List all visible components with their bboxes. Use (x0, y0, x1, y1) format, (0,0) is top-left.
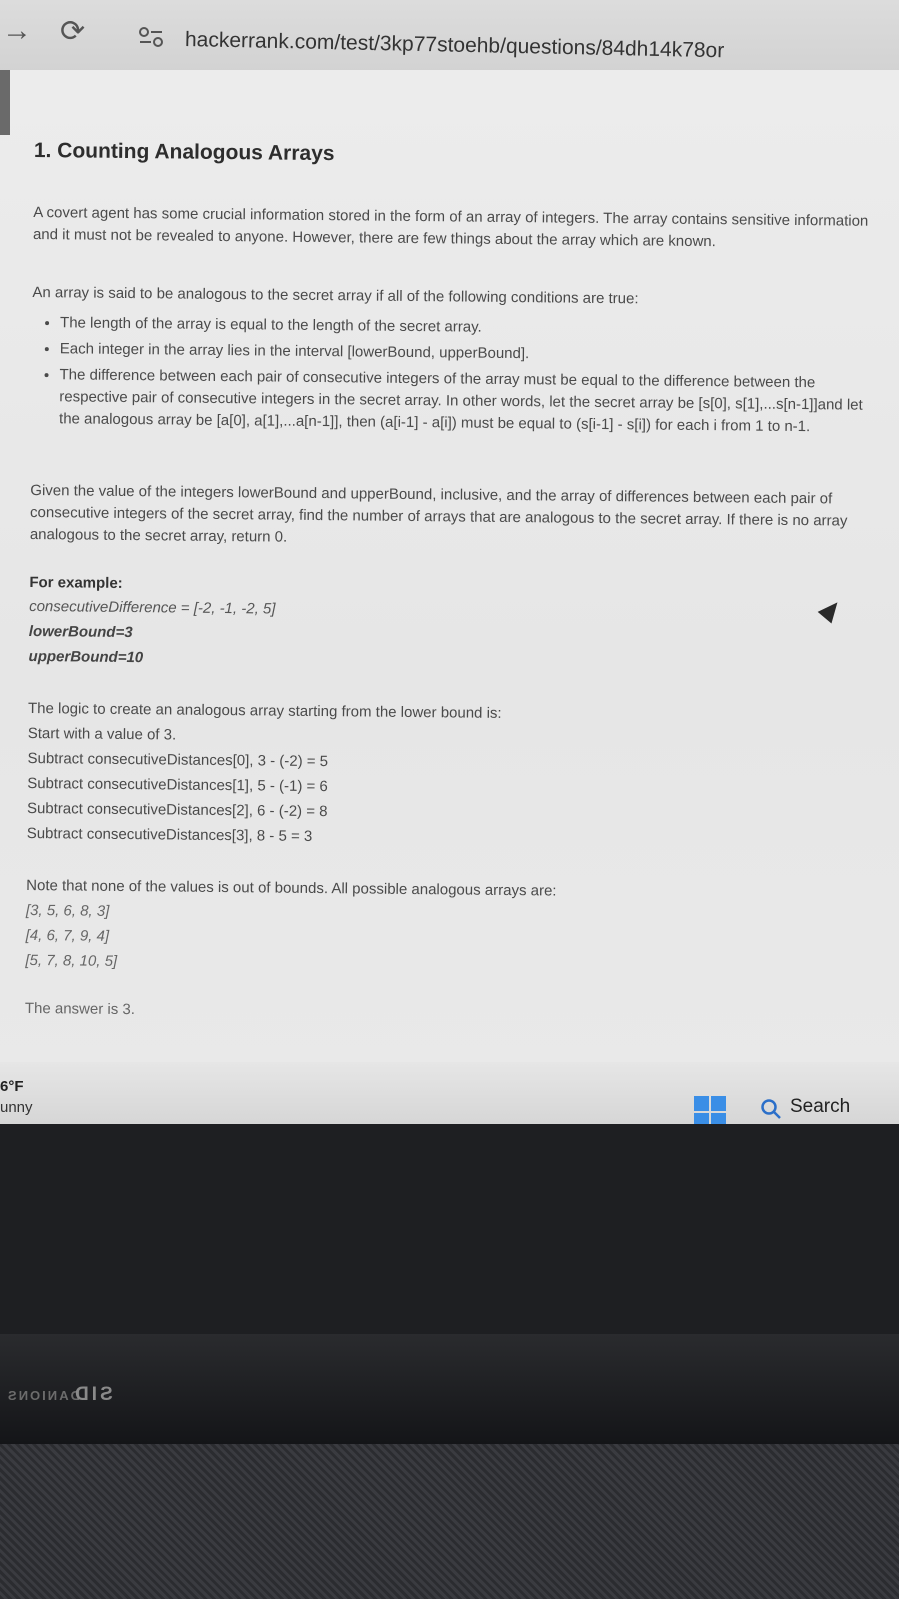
analogous-array: [5, 7, 8, 10, 5] (25, 951, 118, 970)
conditions-lead: An array is said to be analogous to the … (32, 283, 639, 308)
condition-item: Each integer in the array lies in the in… (60, 338, 872, 369)
laptop-brand-small: DANIONS (6, 1388, 80, 1403)
problem-content: 1. Counting Analogous Arrays A covert ag… (25, 139, 874, 1029)
weather-temperature[interactable]: 6°F (0, 1078, 24, 1095)
example-input: upperBound=10 (28, 647, 144, 667)
problem-question: Given the value of the integers lowerBou… (29, 481, 848, 546)
note-block: Note that none of the values is out of b… (25, 875, 866, 981)
laptop-bezel (0, 1124, 899, 1334)
left-accent-bar (0, 70, 10, 135)
condition-item: The difference between each pair of cons… (59, 364, 872, 438)
taskbar-search-label[interactable]: Search (790, 1096, 850, 1118)
forward-icon[interactable]: → (2, 14, 32, 48)
keyboard-surface (0, 1444, 899, 1599)
conditions-list: The length of the array is equal to the … (31, 312, 872, 439)
weather-condition[interactable]: unny (0, 1099, 33, 1116)
laptop-brand-large: SID (72, 1384, 113, 1405)
search-icon[interactable] (760, 1098, 782, 1120)
laptop-hinge (0, 1334, 899, 1444)
logic-block: The logic to create an analogous array s… (27, 698, 868, 854)
logic-line: Subtract consecutiveDistances[3], 8 - 5 … (26, 824, 313, 845)
site-info-icon[interactable] (138, 26, 164, 48)
address-bar[interactable]: hackerrank.com/test/3kp77stoehb/question… (185, 28, 725, 63)
reload-icon[interactable]: ⟳ (60, 14, 85, 49)
condition-item: The length of the array is equal to the … (60, 312, 872, 343)
problem-intro: A covert agent has some crucial informat… (32, 203, 869, 251)
